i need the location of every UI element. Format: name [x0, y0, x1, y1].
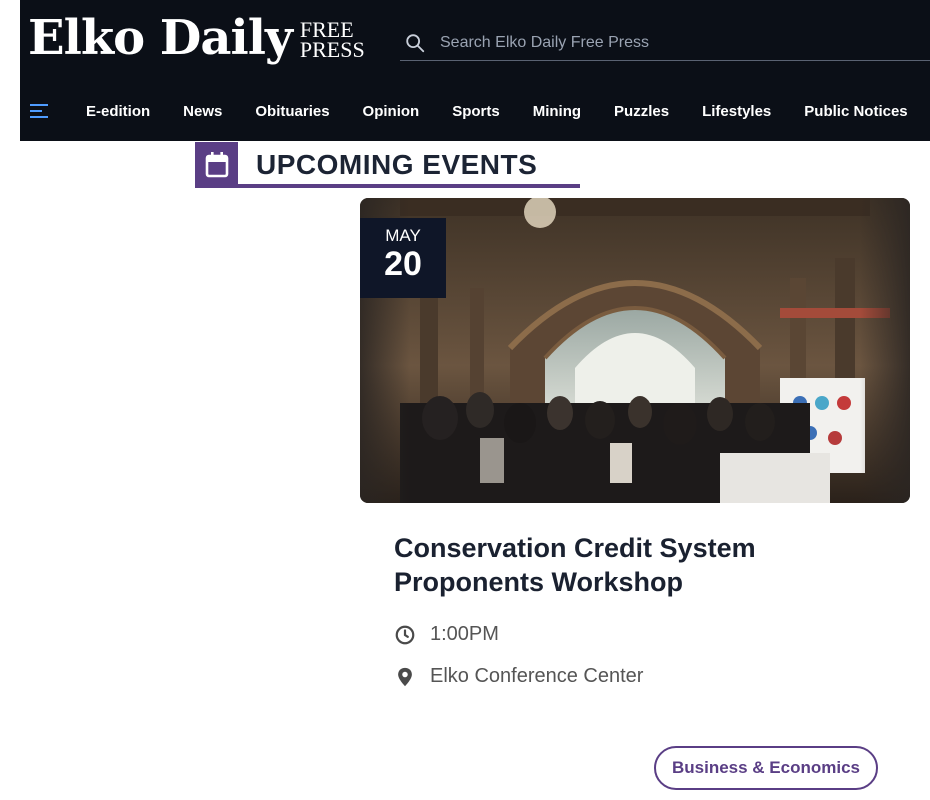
search-icon[interactable]	[404, 32, 426, 54]
calendar-icon	[205, 152, 228, 178]
nav-item-news[interactable]: News	[183, 103, 222, 120]
event-month: MAY	[385, 226, 421, 245]
event-day: 20	[384, 245, 422, 283]
site-header: Elko Daily FREE PRESS E-edition News Obi…	[20, 0, 930, 141]
event-location-row: Elko Conference Center	[394, 665, 643, 688]
nav-item-public-notices[interactable]: Public Notices	[804, 103, 907, 120]
nav-item-obituaries[interactable]: Obituaries	[255, 103, 329, 120]
nav-item-lifestyles[interactable]: Lifestyles	[702, 103, 771, 120]
calendar-icon-box	[195, 142, 238, 188]
clock-icon	[395, 625, 415, 644]
search-bar[interactable]	[400, 26, 930, 61]
main-nav: E-edition News Obituaries Opinion Sports…	[20, 90, 930, 132]
search-input[interactable]	[438, 33, 922, 53]
event-location: Elko Conference Center	[430, 665, 644, 687]
section-title: UPCOMING EVENTS	[256, 149, 538, 180]
site-logo[interactable]: Elko Daily FREE PRESS	[28, 8, 365, 68]
event-time-row: 1:00PM	[394, 623, 499, 646]
logo-press-text: PRESS	[299, 37, 365, 62]
category-tag[interactable]: Business & Economics	[654, 746, 879, 790]
section-underline	[195, 184, 580, 188]
upcoming-events-header: UPCOMING EVENTS	[195, 142, 537, 188]
logo-main-text: Elko Daily	[28, 10, 293, 66]
event-card[interactable]: MAY 20 Conservation Credit System Propon…	[338, 198, 930, 800]
nav-item-mining[interactable]: Mining	[533, 103, 581, 120]
logo-free-press: FREE PRESS	[299, 19, 365, 62]
nav-item-e-edition[interactable]: E-edition	[86, 103, 150, 120]
nav-item-sports[interactable]: Sports	[452, 103, 500, 120]
event-time: 1:00PM	[430, 623, 499, 645]
nav-item-puzzles[interactable]: Puzzles	[614, 103, 669, 120]
map-pin-icon	[398, 667, 412, 686]
event-title[interactable]: Conservation Credit System Proponents Wo…	[394, 531, 874, 599]
hamburger-menu-icon[interactable]	[30, 103, 50, 119]
nav-item-opinion[interactable]: Opinion	[363, 103, 420, 120]
event-date-badge: MAY 20	[360, 218, 446, 298]
